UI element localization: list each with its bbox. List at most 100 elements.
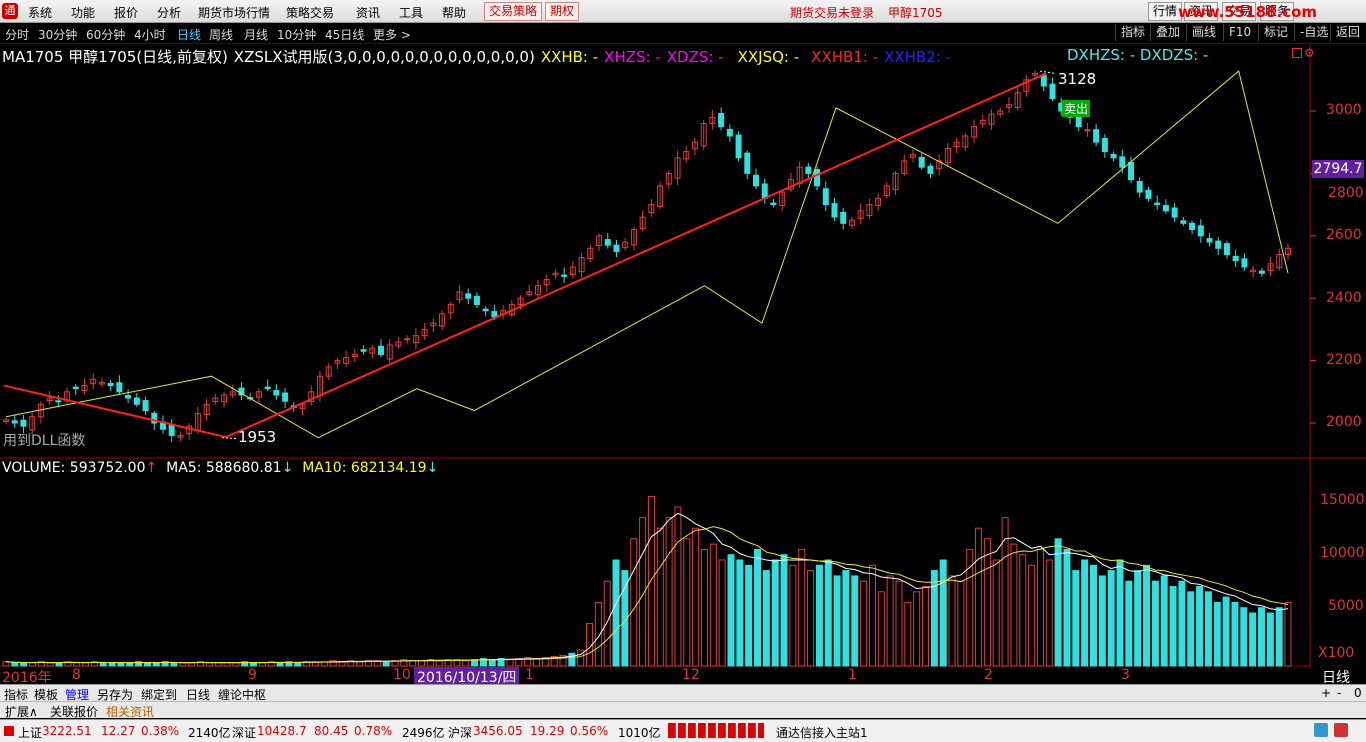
xdzs-value: XDZS: - xyxy=(666,48,724,66)
settings-icon[interactable]: ⚙ xyxy=(1304,46,1315,60)
volume-bar xyxy=(1019,554,1027,667)
high-marker xyxy=(1039,70,1057,75)
period-60min[interactable]: 60分钟 xyxy=(86,26,125,43)
period-4h[interactable]: 4小时 xyxy=(134,26,166,43)
zoom-in-button[interactable]: + xyxy=(1321,686,1331,700)
connection-status: 通达信接入主站1 xyxy=(776,726,868,740)
kline-chart[interactable] xyxy=(0,44,1366,667)
options-button[interactable]: 期权 xyxy=(545,2,580,21)
menu-tools[interactable]: 工具 xyxy=(399,4,423,21)
zoom-reset-button[interactable]: 0 xyxy=(1354,686,1362,700)
xhzs-value: XHZS: - xyxy=(604,48,661,66)
related-news-tab[interactable]: 相关资讯 xyxy=(106,703,154,720)
volume-bar xyxy=(745,564,753,667)
sz-value: 10428.7 xyxy=(257,724,307,738)
period-monthly[interactable]: 月线 xyxy=(244,26,268,43)
back-button[interactable]: 返回 xyxy=(1330,24,1365,41)
quote-tab-button[interactable]: 行情 xyxy=(1148,2,1183,21)
volume-bar xyxy=(152,662,160,667)
date-month-12: 12 xyxy=(682,667,700,683)
volume-bar xyxy=(1160,575,1168,667)
overlay-button[interactable]: 叠加 xyxy=(1150,24,1185,41)
volume-bar xyxy=(232,662,240,667)
volume-bar xyxy=(568,652,576,667)
period-tick[interactable]: 分时 xyxy=(5,26,29,43)
menu-news[interactable]: 资讯 xyxy=(356,4,380,21)
dx-indicators: DXHZS: - DXDZS: - xyxy=(1067,46,1208,64)
menu-help[interactable]: 帮助 xyxy=(442,4,466,21)
volume-bar xyxy=(886,575,894,667)
candle-body xyxy=(840,211,847,224)
candle-body xyxy=(491,311,498,318)
candle-body xyxy=(1136,181,1143,193)
volume-bar xyxy=(612,559,620,667)
candle-body xyxy=(264,386,271,390)
candle-body xyxy=(465,293,472,299)
volume-bar xyxy=(860,580,868,667)
candle-body xyxy=(753,174,760,187)
trade-strategy-button[interactable]: 交易策略 xyxy=(484,2,543,21)
menu-strategy-trade[interactable]: 策略交易 xyxy=(286,4,334,21)
volume-bar xyxy=(1010,543,1018,667)
volume-bar xyxy=(532,658,540,667)
volume-bar xyxy=(250,662,258,667)
period-more[interactable]: 更多 > xyxy=(373,26,411,43)
volume-bar xyxy=(1222,596,1230,667)
candle-body xyxy=(1232,255,1239,262)
date-month-3: 3 xyxy=(1121,667,1130,683)
menu-futures-market[interactable]: 期货市场行情 xyxy=(198,4,270,21)
period-30min[interactable]: 30分钟 xyxy=(38,26,77,43)
candle-body xyxy=(72,386,79,390)
menu-function[interactable]: 功能 xyxy=(71,4,95,21)
candle-body xyxy=(805,166,812,174)
menu-system[interactable]: 系统 xyxy=(28,4,52,21)
related-quote-tab[interactable]: 关联报价 xyxy=(50,703,98,720)
volume-bar xyxy=(418,660,426,667)
extension-toolbar: 扩展∧ 关联报价 相关资讯 xyxy=(0,701,1366,720)
sh-value: 3222.51 xyxy=(42,724,92,738)
period-10min[interactable]: 10分钟 xyxy=(277,26,316,43)
hs-change: 19.29 xyxy=(530,724,565,738)
indicator-button[interactable]: 指标 xyxy=(1115,24,1150,41)
instrument-name: 甲醇1705 xyxy=(888,6,943,20)
volume-bar xyxy=(188,662,196,667)
volume-bar xyxy=(55,662,63,667)
volume-bar xyxy=(1036,548,1044,667)
candle-body xyxy=(282,392,289,402)
date-month-8: 8 xyxy=(72,667,81,683)
volume-bar xyxy=(382,661,390,667)
candle-body xyxy=(1049,83,1056,100)
menu-quote[interactable]: 报价 xyxy=(114,4,138,21)
candle-body xyxy=(360,349,367,352)
f10-button[interactable]: F10 xyxy=(1223,24,1256,41)
volume-title: VOLUME: 593752.00↑ MA5: 588680.81↓ MA10:… xyxy=(2,460,439,476)
dll-note: 用到DLL函数 xyxy=(3,433,86,449)
period-weekly[interactable]: 周线 xyxy=(209,26,233,43)
period-daily[interactable]: 日线 xyxy=(177,26,201,43)
volume-bar xyxy=(1240,607,1248,667)
volume-bar xyxy=(1257,607,1265,667)
volume-bar xyxy=(727,554,735,667)
volume-bar xyxy=(294,662,302,667)
xxjsq-value: XXJSQ: - xyxy=(737,48,800,66)
xxhb-value: XXHB: - xyxy=(540,48,599,66)
xxhb1-value: XXHB1: - xyxy=(811,48,879,66)
volume-bar xyxy=(506,659,514,667)
candle-body xyxy=(1040,74,1047,87)
volume-bar xyxy=(108,662,116,667)
formula-name: XZSLX试用版(3,0,0,0,0,0,0,0,0,0,0,0,0,0) xyxy=(233,48,535,66)
period-45day[interactable]: 45日线 xyxy=(325,26,364,43)
current-price-tag: 2794.7 xyxy=(1312,160,1364,178)
alert-icon xyxy=(1334,723,1348,737)
remove-watchlist-button[interactable]: -自选 xyxy=(1294,24,1333,41)
candle-body xyxy=(142,400,149,412)
zoom-out-button[interactable]: - xyxy=(1337,686,1341,700)
volume-bar xyxy=(205,662,213,667)
menu-analysis[interactable]: 分析 xyxy=(157,4,181,21)
draw-line-button[interactable]: 画线 xyxy=(1186,24,1221,41)
volume-bar xyxy=(692,527,700,667)
expand-button[interactable]: 扩展∧ xyxy=(5,703,38,720)
maximize-icon[interactable] xyxy=(1292,48,1302,58)
volume-bar xyxy=(754,548,762,667)
mark-button[interactable]: 标记 xyxy=(1258,24,1293,41)
